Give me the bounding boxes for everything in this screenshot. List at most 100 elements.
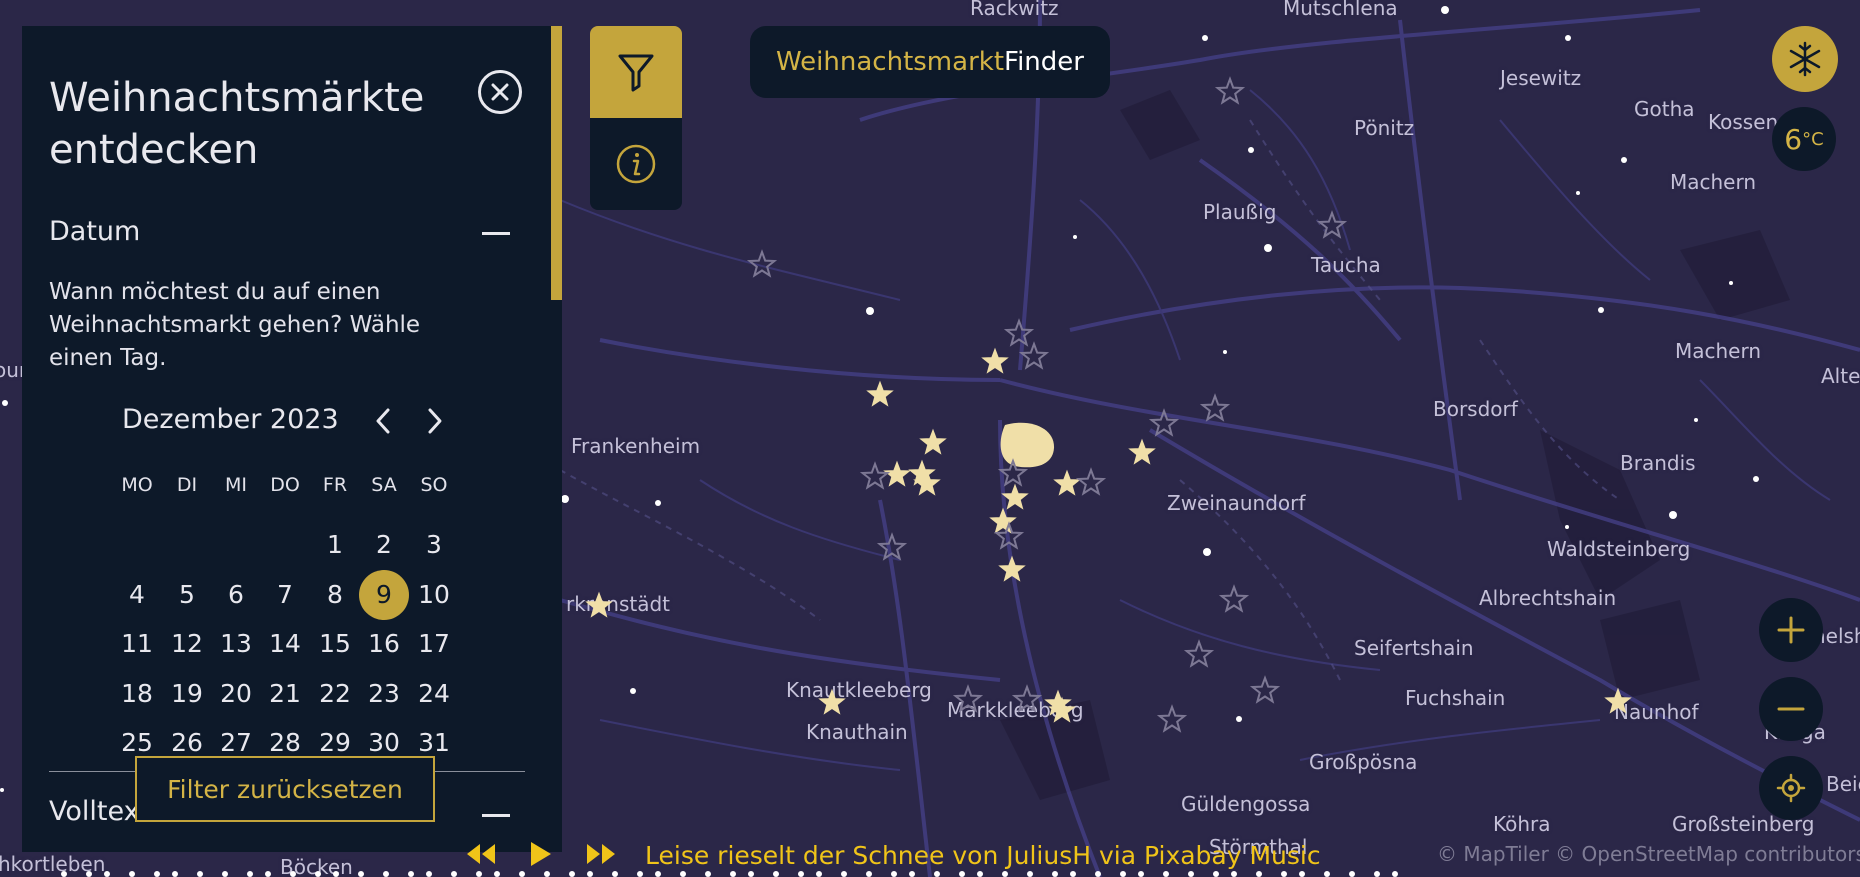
snowflake-dot <box>265 871 271 877</box>
zoom-out-button[interactable] <box>1759 677 1823 741</box>
calendar-month: Dezember 2023 <box>122 404 339 435</box>
snowflake-dot <box>1324 871 1330 877</box>
snowflake-dot <box>1729 281 1733 285</box>
snowflake-dot <box>154 871 160 877</box>
snowflake-dot <box>408 871 414 877</box>
snowflake-dot <box>773 871 779 877</box>
snowflake-dot <box>86 871 92 877</box>
zoom-in-button[interactable] <box>1759 598 1823 662</box>
chevron-left-icon[interactable] <box>368 406 398 436</box>
calendar-day[interactable]: 11 <box>112 619 162 669</box>
minus-icon[interactable] <box>482 814 510 817</box>
snowflake-dot <box>909 871 915 877</box>
calendar-day[interactable]: 25 <box>112 718 162 768</box>
filter-button[interactable] <box>590 26 682 118</box>
play-icon[interactable] <box>527 836 553 872</box>
calendar-day[interactable]: 16 <box>359 619 409 669</box>
calendar-day[interactable]: 28 <box>260 718 310 768</box>
calendar-day[interactable]: 30 <box>359 718 409 768</box>
snowflake-dot <box>655 871 661 877</box>
calendar-day-selected[interactable]: 9 <box>359 570 409 620</box>
map-attribution[interactable]: © MapTiler © OpenStreetMap contributors <box>1437 842 1860 866</box>
snowflake-dot <box>1120 871 1126 877</box>
calendar-day[interactable]: 23 <box>359 669 409 719</box>
snowflake-dot <box>61 871 67 877</box>
calendar-day[interactable]: 3 <box>409 520 459 570</box>
snowflake-dot <box>451 871 457 877</box>
snowflake-dot <box>426 871 432 877</box>
snowflake-dot <box>934 871 940 877</box>
calendar-day[interactable]: 27 <box>211 718 261 768</box>
snowflake-dot <box>1281 871 1287 877</box>
calendar-day[interactable]: 5 <box>162 570 212 620</box>
snowflake-dot <box>891 871 897 877</box>
snowflake-dot <box>1138 871 1144 877</box>
weekday-header: FR <box>322 474 348 496</box>
music-track-label: Leise rieselt der Schnee von JuliusH via… <box>645 841 1321 870</box>
chevron-right-icon[interactable] <box>420 406 450 436</box>
snowflake-dot <box>1374 871 1380 877</box>
calendar-day[interactable]: 18 <box>112 669 162 719</box>
calendar-day[interactable]: 12 <box>162 619 212 669</box>
snowflake-button[interactable] <box>1772 26 1838 92</box>
calendar-day[interactable]: 22 <box>310 669 360 719</box>
snowflake-dot <box>959 871 965 877</box>
calendar-day[interactable]: 2 <box>359 520 409 570</box>
calendar-day[interactable]: 14 <box>260 619 310 669</box>
snowflake-dot <box>1264 244 1272 252</box>
snowflake-icon <box>1789 41 1821 77</box>
snowflake-dot <box>630 688 636 694</box>
calendar-day[interactable]: 4 <box>112 570 162 620</box>
snowflake-dot <box>1052 871 1058 877</box>
calendar-day[interactable]: 31 <box>409 718 459 768</box>
date-description: Wann möchtest du auf einen Weihnachtsmar… <box>49 279 421 371</box>
calendar-day[interactable]: 17 <box>409 619 459 669</box>
date-section-title[interactable]: Datum <box>49 216 140 247</box>
calendar-day[interactable]: 13 <box>211 619 261 669</box>
calendar-day[interactable]: 6 <box>211 570 261 620</box>
snowflake-dot <box>1576 191 1580 195</box>
minus-icon[interactable] <box>482 232 510 235</box>
calendar-day[interactable]: 20 <box>211 669 261 719</box>
snowflake-dot <box>383 871 389 877</box>
calendar-day[interactable]: 24 <box>409 669 459 719</box>
minus-icon <box>1777 707 1805 711</box>
panel-scrollbar-thumb[interactable] <box>551 26 562 300</box>
snowflake-dot <box>1753 476 1759 482</box>
calendar-day[interactable]: 7 <box>260 570 310 620</box>
locate-button[interactable] <box>1759 756 1823 820</box>
snowflake-dot <box>1248 147 1254 153</box>
rewind-icon[interactable] <box>465 836 497 872</box>
temperature-unit: °C <box>1802 128 1824 150</box>
snowflake-dot <box>977 871 983 877</box>
calendar-day[interactable]: 26 <box>162 718 212 768</box>
calendar-day[interactable]: 10 <box>409 570 459 620</box>
snowflake-dot <box>315 871 321 877</box>
info-icon <box>616 144 656 184</box>
snowflake-dot <box>730 871 736 877</box>
snowflake-dot <box>197 871 203 877</box>
calendar-day[interactable]: 15 <box>310 619 360 669</box>
snowflake-dot <box>1231 871 1237 877</box>
info-button[interactable] <box>590 118 682 210</box>
snowflake-dot <box>655 500 661 506</box>
calendar-day[interactable]: 1 <box>310 520 360 570</box>
snowflake-dot <box>1392 871 1398 877</box>
snowflake-dot <box>247 871 253 877</box>
close-icon[interactable] <box>478 70 522 114</box>
snowflake-dot <box>129 871 135 877</box>
snowflake-dot <box>569 871 575 877</box>
calendar-day[interactable]: 29 <box>310 718 360 768</box>
snowflake-dot <box>1598 307 1604 313</box>
weekday-header: MO <box>121 474 153 496</box>
snowflake-dot <box>519 871 525 877</box>
calendar-day[interactable]: 21 <box>260 669 310 719</box>
snowflake-dot <box>2 400 8 406</box>
weekday-header: SO <box>420 474 448 496</box>
fast-forward-icon[interactable] <box>585 836 617 872</box>
snowflake-dot <box>1694 418 1698 422</box>
temperature-display: 6 °C <box>1772 107 1836 171</box>
calendar-day[interactable]: 19 <box>162 669 212 719</box>
snowflake-dot <box>680 871 686 877</box>
calendar-day[interactable]: 8 <box>310 570 360 620</box>
